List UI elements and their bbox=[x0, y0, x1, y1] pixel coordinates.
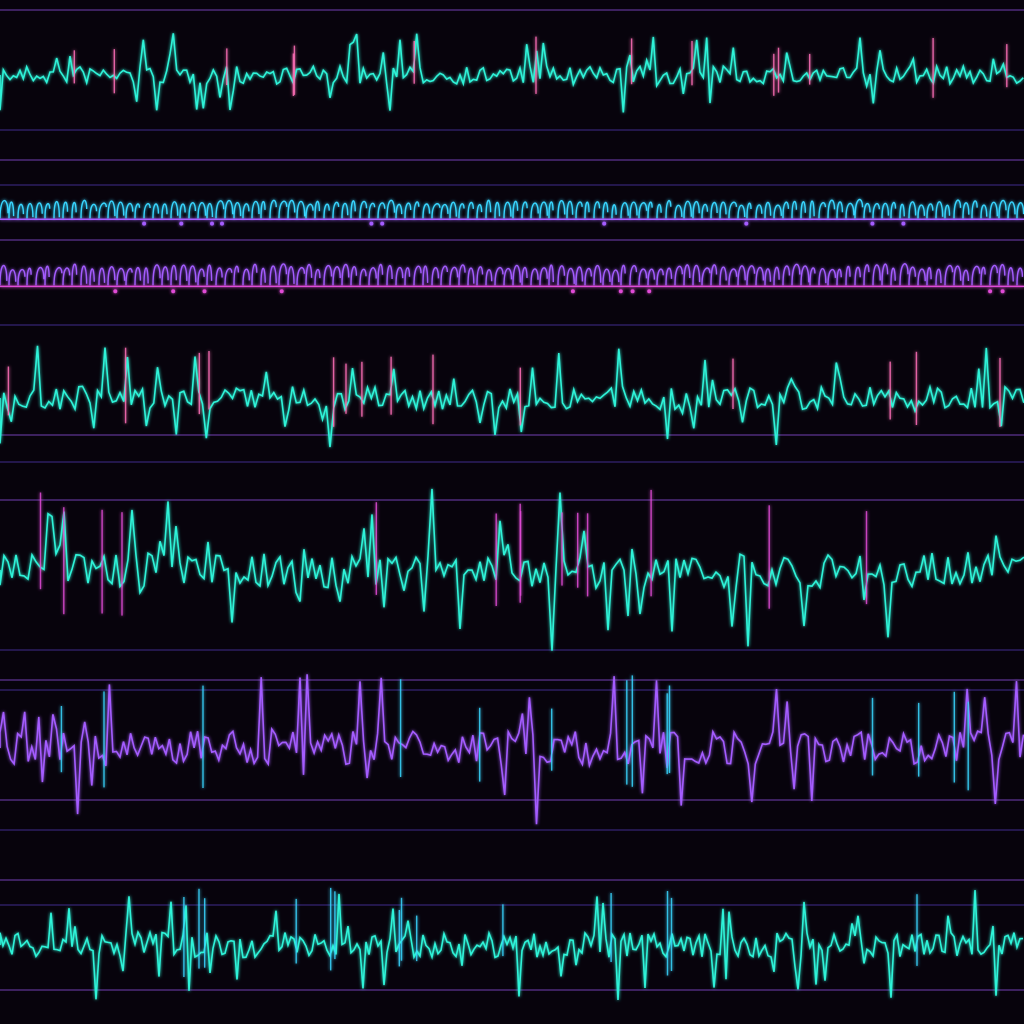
glow-dot bbox=[630, 289, 635, 294]
glow-dot bbox=[744, 221, 749, 226]
glow-dot bbox=[113, 289, 118, 294]
glow-dot bbox=[171, 289, 176, 294]
glow-dot bbox=[369, 221, 374, 226]
glow-dot bbox=[618, 289, 623, 294]
glow-dot bbox=[988, 289, 993, 294]
background bbox=[0, 0, 1024, 1024]
glow-dot bbox=[1000, 289, 1005, 294]
glow-dot bbox=[901, 221, 906, 226]
glow-dot bbox=[570, 289, 575, 294]
glow-dot bbox=[602, 221, 607, 226]
glow-dot bbox=[380, 221, 385, 226]
glow-dot bbox=[220, 221, 224, 226]
glow-dot bbox=[279, 289, 284, 294]
glow-dot bbox=[179, 221, 184, 226]
glow-dot bbox=[647, 289, 652, 294]
glow-dot bbox=[142, 221, 147, 226]
glow-dot bbox=[202, 289, 207, 294]
glow-dot bbox=[210, 221, 214, 226]
neon-waveform-artwork bbox=[0, 0, 1024, 1024]
glow-dot bbox=[870, 221, 875, 226]
